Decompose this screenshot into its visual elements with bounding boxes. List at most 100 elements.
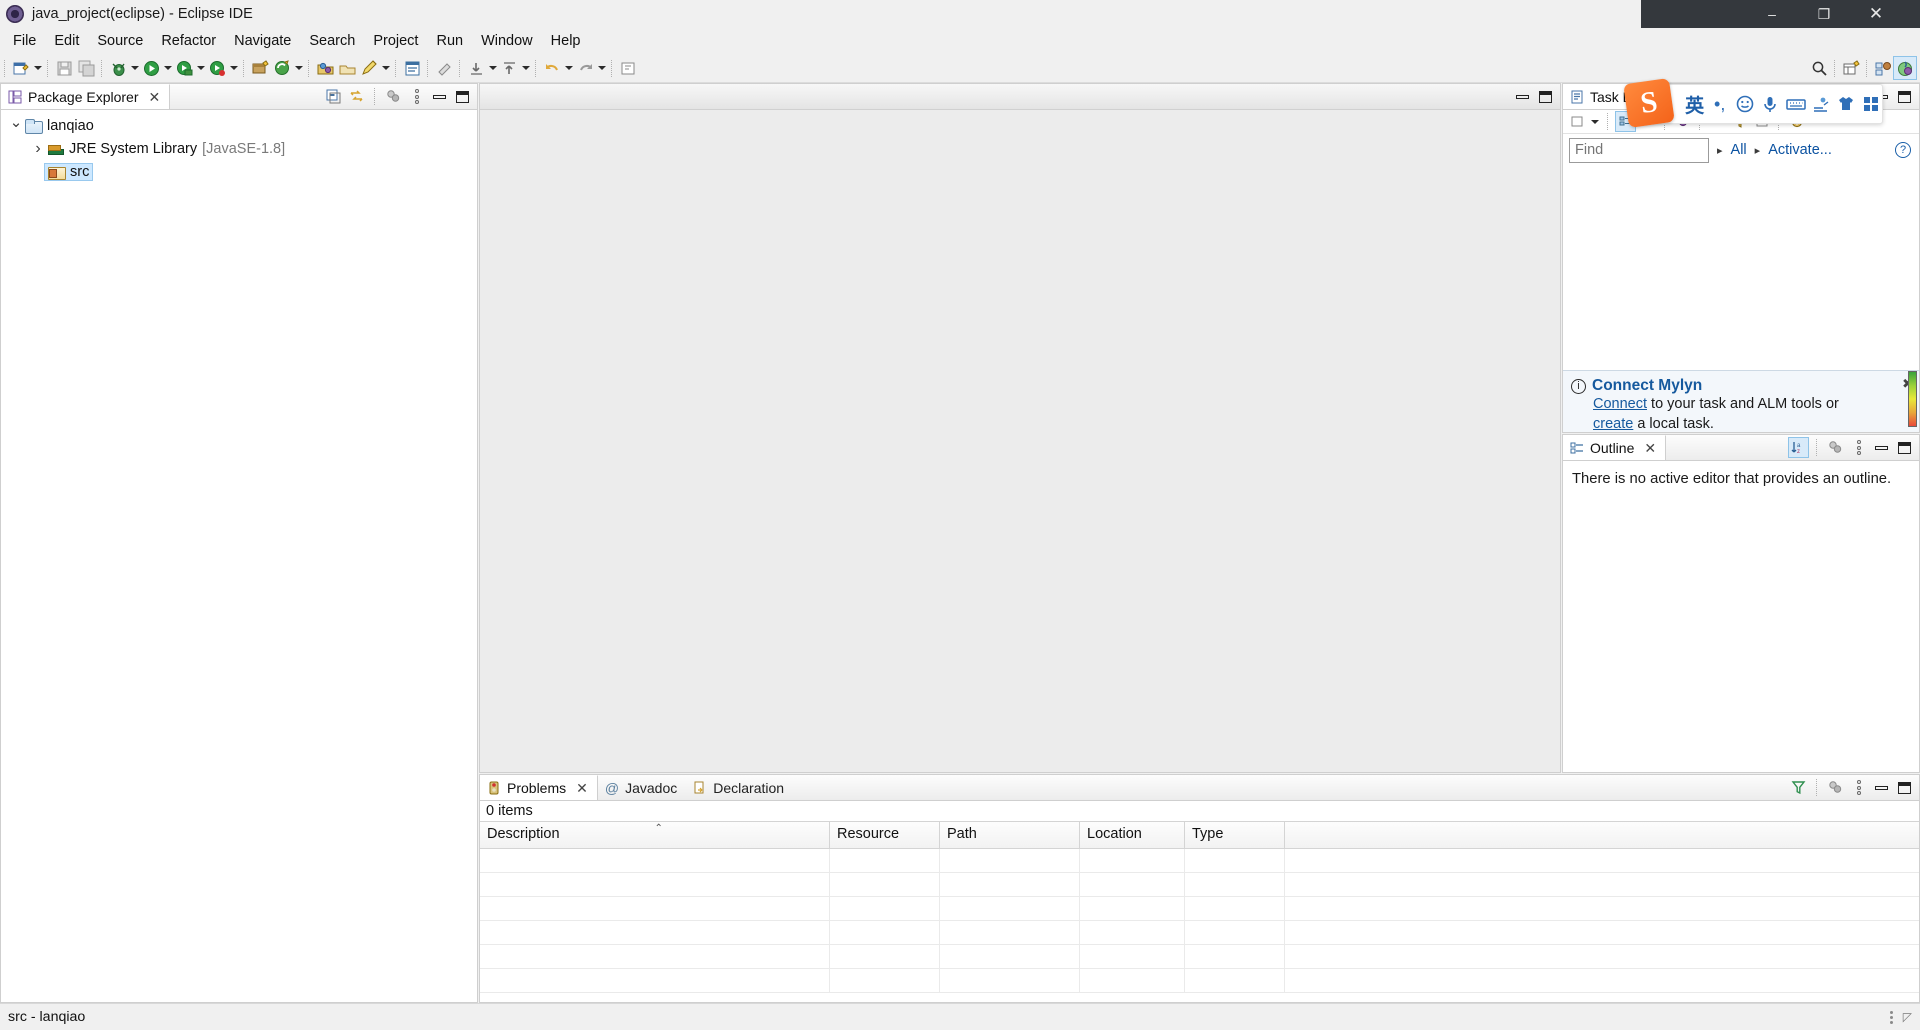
new-task-icon[interactable] [1567,112,1586,131]
link-with-editor-icon[interactable] [347,87,366,106]
view-menu-icon[interactable] [407,87,426,106]
menu-source[interactable]: Source [88,30,152,52]
run-last-icon[interactable] [206,57,228,79]
back-icon[interactable] [541,57,563,79]
forward-dropdown-icon[interactable] [596,57,607,79]
maximize-icon[interactable] [453,87,472,106]
menu-file[interactable]: File [4,30,45,52]
table-row[interactable] [480,849,1919,873]
menu-edit[interactable]: Edit [45,30,88,52]
chevron-down-icon[interactable] [7,117,25,135]
menu-refactor[interactable]: Refactor [152,30,225,52]
ime-toolbox-icon[interactable] [1861,91,1882,117]
tab-package-explorer[interactable]: Package Explorer ✕ [1,84,171,109]
new-wizard-dropdown-icon[interactable] [32,57,43,79]
new-task-dropdown-icon[interactable] [1589,111,1600,133]
maximize-icon[interactable] [1895,87,1914,106]
sort-icon[interactable]: az [1788,437,1809,458]
task-list-body[interactable] [1563,166,1919,370]
debug-icon[interactable] [107,57,129,79]
next-annotation-dropdown-icon[interactable] [487,57,498,79]
table-row[interactable] [480,969,1919,993]
activate-task-link[interactable]: Activate... [1768,142,1832,158]
package-explorer-tree[interactable]: lanqiao JRE System Library [JavaSE-1.8] … [1,110,477,1002]
ime-chinese-english-icon[interactable]: 英 [1684,91,1705,117]
window-minimize-button[interactable]: – [1749,0,1795,28]
menu-navigate[interactable]: Navigate [225,30,300,52]
new-wizard-icon[interactable] [10,57,32,79]
editor-empty-canvas[interactable] [480,110,1560,772]
edit-dropdown-icon[interactable] [380,57,391,79]
forward-icon[interactable] [574,57,596,79]
help-icon[interactable]: ? [1895,142,1911,158]
prev-annotation-dropdown-icon[interactable] [520,57,531,79]
menu-window[interactable]: Window [472,30,542,52]
save-icon[interactable] [53,57,75,79]
pin-editor-icon[interactable] [617,57,639,79]
filter-icon[interactable] [1789,778,1808,797]
search-input[interactable] [1569,137,1709,163]
column-header-resource[interactable]: Resource [830,822,940,848]
tab-javadoc[interactable]: @ Javadoc [598,775,686,800]
window-maximize-button[interactable]: ❐ [1801,0,1847,28]
menu-run[interactable]: Run [427,30,472,52]
menu-help[interactable]: Help [542,30,590,52]
minimize-icon[interactable] [1513,87,1532,106]
tab-problems[interactable]: Problems ✕ [480,775,598,800]
table-row[interactable] [480,945,1919,969]
edit-icon[interactable] [358,57,380,79]
new-package-dropdown-icon[interactable] [293,57,304,79]
maximize-icon[interactable] [1536,87,1555,106]
chevron-right-icon[interactable]: ▸ [1717,144,1723,157]
filter-all-link[interactable]: All [1731,142,1747,158]
menu-project[interactable]: Project [364,30,427,52]
close-icon[interactable]: ✕ [576,780,588,797]
java-perspective-icon[interactable] [1893,56,1917,80]
maximize-icon[interactable] [1895,438,1914,457]
column-header-path[interactable]: Path [940,822,1080,848]
save-all-icon[interactable] [75,57,97,79]
table-row[interactable] [480,897,1919,921]
problems-table-body[interactable] [480,849,1919,993]
ime-skin-icon[interactable] [1836,91,1857,117]
create-local-task-link[interactable]: create [1593,416,1633,432]
run-icon[interactable] [140,57,162,79]
prev-annotation-icon[interactable] [498,57,520,79]
column-header-description[interactable]: ⌃ Description [480,822,830,848]
debug-dropdown-icon[interactable] [129,57,140,79]
ime-keyboard-icon[interactable] [1785,91,1807,117]
tree-item-lanqiao[interactable]: lanqiao [1,114,477,137]
connect-link[interactable]: Connect [1593,396,1647,412]
console-icon[interactable] [401,57,423,79]
maximize-icon[interactable] [1895,778,1914,797]
minimize-icon[interactable] [1872,438,1891,457]
new-java-project-icon[interactable] [249,57,271,79]
ime-logo-icon[interactable]: S [1623,78,1675,128]
ime-voice-icon[interactable] [1759,91,1780,117]
minimize-icon[interactable] [430,87,449,106]
view-filters-icon[interactable] [1826,778,1845,797]
search-icon[interactable] [1808,57,1830,79]
tree-item-jre-system-library[interactable]: JRE System Library [JavaSE-1.8] [1,137,477,160]
run-last-dropdown-icon[interactable] [228,57,239,79]
window-close-button[interactable]: ✕ [1853,0,1899,28]
back-dropdown-icon[interactable] [563,57,574,79]
view-menu-icon[interactable] [1849,778,1868,797]
table-row[interactable] [480,873,1919,897]
menu-search[interactable]: Search [300,30,364,52]
view-menu-icon[interactable] [1849,438,1868,457]
ime-emoji-icon[interactable] [1734,91,1755,117]
chevron-right-icon[interactable] [29,140,47,158]
open-type-icon[interactable] [314,57,336,79]
coverage-icon[interactable] [173,57,195,79]
new-package-icon[interactable] [271,57,293,79]
view-filters-icon[interactable] [384,87,403,106]
tab-declaration[interactable]: Declaration [686,775,793,800]
column-header-location[interactable]: Location [1080,822,1185,848]
chevron-right-icon[interactable]: ▸ [1755,144,1761,157]
open-task-icon[interactable] [336,57,358,79]
next-annotation-icon[interactable] [465,57,487,79]
ime-punctuation-icon[interactable]: •, [1709,91,1730,117]
minimize-icon[interactable] [1872,778,1891,797]
ime-handwriting-icon[interactable] [1811,91,1832,117]
